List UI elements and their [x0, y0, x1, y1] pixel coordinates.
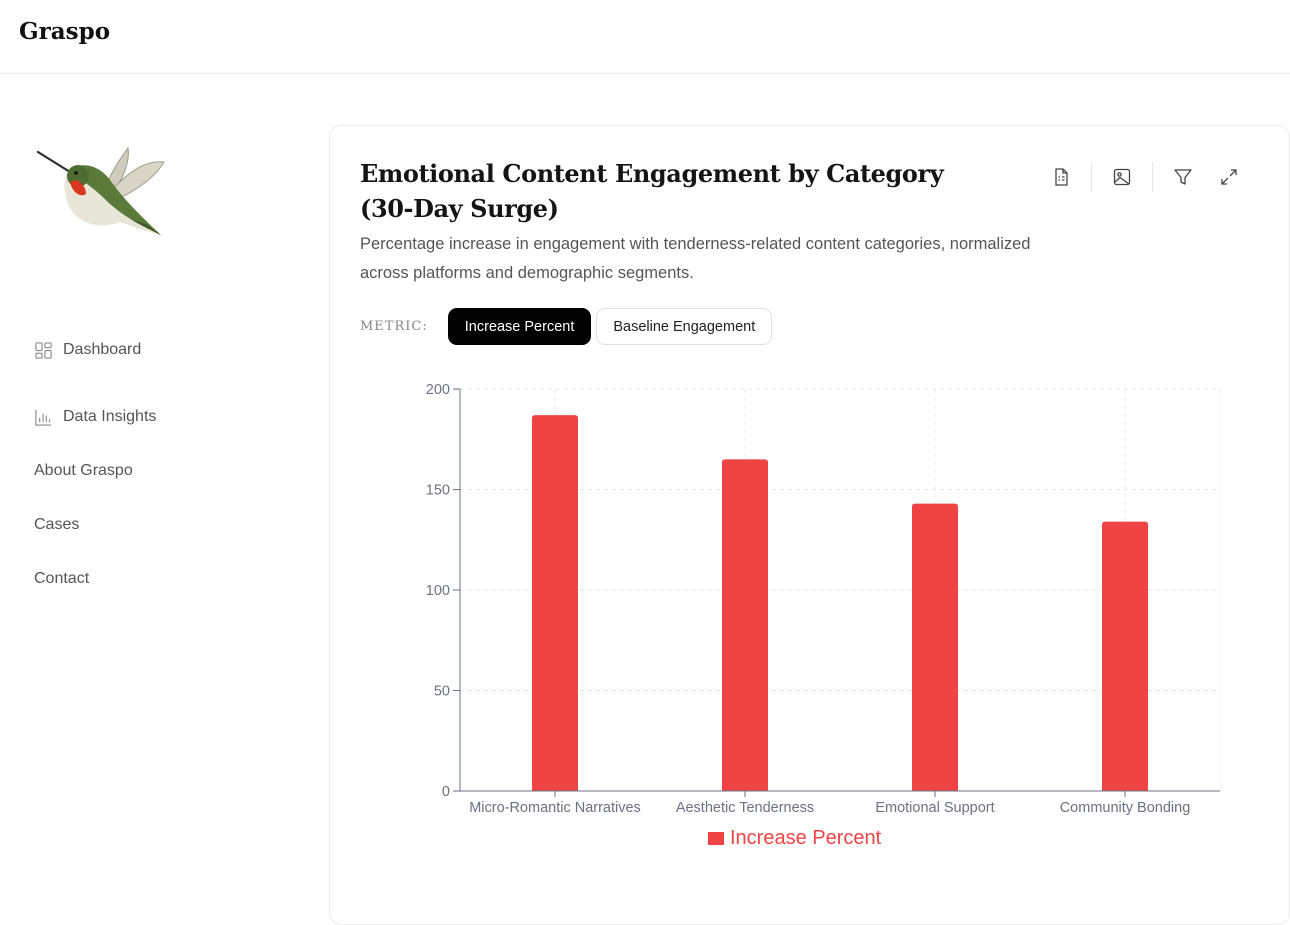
bar-aesthetic-tenderness — [722, 459, 768, 791]
x-tick-label: Community Bonding — [1060, 800, 1191, 816]
chart-card-subtitle: Percentage increase in engagement with t… — [360, 235, 1031, 282]
export-document-button[interactable] — [1041, 162, 1081, 192]
bar-community-bonding — [1102, 521, 1148, 791]
chart-card-title: Emotional Content Engagement by Category… — [360, 159, 944, 223]
x-tick-label: Micro-Romantic Narratives — [469, 800, 641, 816]
legend-label: Increase Percent — [730, 827, 882, 849]
y-tick-label: 0 — [442, 784, 450, 800]
bar-micro-romantic-narratives — [532, 415, 578, 791]
expand-button[interactable] — [1209, 162, 1249, 192]
sidebar-item-data-insights[interactable]: Data Insights — [34, 390, 156, 444]
metric-baseline-engagement-button[interactable]: Baseline Engagement — [596, 308, 773, 345]
toolbar-divider — [1091, 162, 1092, 192]
sidebar-item-label: Contact — [34, 570, 90, 587]
x-tick-label: Emotional Support — [875, 800, 994, 816]
toolbar-divider — [1152, 162, 1153, 192]
document-icon — [1055, 168, 1068, 186]
filter-button[interactable] — [1163, 162, 1203, 192]
filter-icon — [1174, 169, 1192, 185]
y-tick-label: 200 — [426, 382, 450, 398]
sidebar-item-label: About Graspo — [34, 462, 133, 479]
top-bar: Graspo — [0, 0, 1290, 74]
metric-selector: METRIC: Increase Percent Baseline Engage… — [360, 308, 777, 345]
legend-swatch — [708, 832, 724, 845]
sidebar-item-label: Dashboard — [63, 341, 142, 358]
sidebar-item-cases[interactable]: Cases — [34, 498, 156, 552]
image-icon — [1113, 168, 1131, 186]
bar-emotional-support — [912, 503, 958, 791]
metric-label: METRIC: — [360, 319, 428, 334]
sidebar: Dashboard Data Insights About Graspo Cas… — [0, 74, 300, 883]
hummingbird-logo-icon — [36, 146, 165, 236]
card-toolbar — [1041, 162, 1249, 192]
sidebar-item-dashboard[interactable]: Dashboard — [34, 336, 156, 364]
y-tick-label: 150 — [426, 483, 450, 499]
sidebar-item-about[interactable]: About Graspo — [34, 444, 156, 498]
brand-logo-text[interactable]: Graspo — [19, 18, 110, 45]
bar-chart-icon — [35, 409, 52, 426]
sidebar-item-contact[interactable]: Contact — [34, 552, 156, 606]
sidebar-item-label: Data Insights — [63, 408, 157, 425]
chart-area: 0 50 100 150 200 Micro-Romantic Narratives Aes… — [329, 370, 1290, 870]
dashboard-icon — [35, 341, 52, 359]
metric-increase-percent-button[interactable]: Increase Percent — [447, 308, 592, 345]
sidebar-nav: Dashboard Data Insights About Graspo Cas… — [34, 336, 156, 606]
y-tick-label: 100 — [426, 583, 450, 599]
y-tick-label: 50 — [434, 684, 450, 700]
sidebar-item-label: Cases — [34, 516, 80, 533]
expand-icon — [1221, 169, 1237, 185]
x-tick-label: Aesthetic Tenderness — [676, 800, 814, 816]
export-image-button[interactable] — [1102, 162, 1142, 192]
bar-chart: 0 50 100 150 200 Micro-Romantic Narratives Aes… — [426, 382, 1221, 849]
